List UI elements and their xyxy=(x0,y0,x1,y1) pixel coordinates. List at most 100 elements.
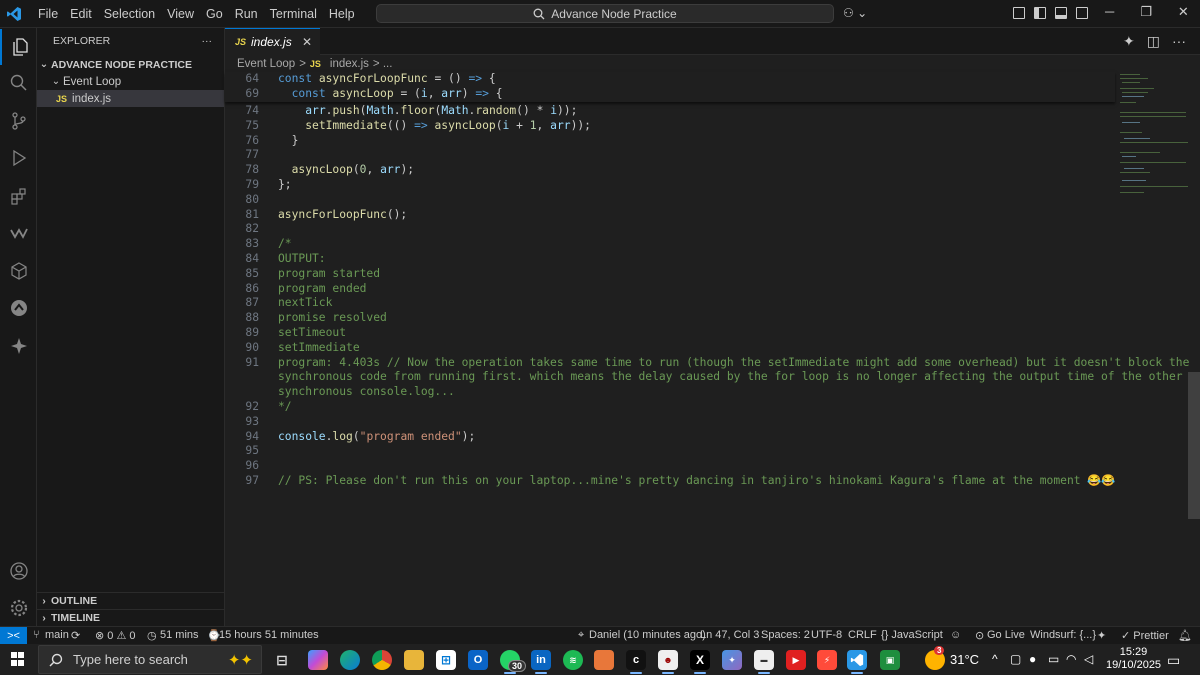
code-line[interactable]: // PS: Please don't run this on your lap… xyxy=(278,474,1116,487)
youtube-icon[interactable]: ▶ xyxy=(786,650,806,670)
close-tab-icon[interactable]: ✕ xyxy=(302,35,312,49)
code-line[interactable]: synchronous code from running first. whi… xyxy=(278,370,1183,383)
code-line[interactable]: }; xyxy=(278,178,292,191)
copilot-sparkle-icon[interactable]: ✦ xyxy=(1123,33,1135,50)
whatsapp-icon[interactable]: 30 xyxy=(500,650,527,674)
code-line[interactable]: arr.push(Math.floor(Math.random() * i)); xyxy=(278,104,577,117)
status-indent[interactable]: Spaces: 2 xyxy=(761,629,810,641)
settings-gear-icon[interactable] xyxy=(0,590,37,626)
menu-run[interactable]: Run xyxy=(229,0,264,28)
wifi-icon[interactable]: ◠ xyxy=(1066,652,1076,666)
toggle-secondary-sidebar-icon[interactable] xyxy=(1076,7,1088,19)
postman-icon[interactable]: ⚡︎ xyxy=(817,650,837,670)
status-prettier[interactable]: ✓ Prettier xyxy=(1121,629,1169,642)
app-avatar-icon[interactable]: ☻ xyxy=(658,650,678,674)
meet-icon[interactable]: ▣ xyxy=(880,650,900,670)
status-timer[interactable]: 51 mins xyxy=(160,629,199,641)
tray-app-icon[interactable]: ● xyxy=(1029,652,1036,666)
code-line[interactable]: nextTick xyxy=(278,296,332,309)
explorer-icon[interactable] xyxy=(0,29,37,65)
code-line[interactable]: program: 4.403s // Now the operation tak… xyxy=(278,356,1189,369)
status-language[interactable]: {} JavaScript xyxy=(881,629,943,641)
copilot-icon[interactable]: ⚇ ⌄ xyxy=(843,6,867,20)
vertical-scrollbar[interactable] xyxy=(1188,372,1200,519)
show-hidden-icons-icon[interactable]: ^ xyxy=(992,652,998,666)
remote-indicator-icon[interactable]: >< xyxy=(0,627,27,645)
outline-section[interactable]: › OUTLINE xyxy=(37,592,225,609)
breadcrumb-file[interactable]: index.js xyxy=(330,58,369,70)
tray-device-icon[interactable]: ▢ xyxy=(1010,652,1021,666)
menu-help[interactable]: Help xyxy=(323,0,361,28)
toggle-panel-icon[interactable] xyxy=(1055,7,1067,19)
code-line[interactable]: setImmediate(() => asyncLoop(i + 1, arr)… xyxy=(278,119,591,132)
extensions-icon[interactable] xyxy=(0,178,37,214)
split-editor-icon[interactable]: ◫ xyxy=(1147,33,1160,50)
toggle-sidebar-icon[interactable] xyxy=(1034,7,1046,19)
timeline-section[interactable]: › TIMELINE xyxy=(37,609,225,626)
command-center-search[interactable]: Advance Node Practice xyxy=(376,4,834,23)
taskbar-search[interactable]: Type here to search ✦✦ xyxy=(38,645,262,674)
status-windsurf[interactable]: Windsurf: {...} xyxy=(1030,629,1096,641)
menu-selection[interactable]: Selection xyxy=(98,0,161,28)
windows-start-icon[interactable] xyxy=(11,652,25,666)
breadcrumb-folder[interactable]: Event Loop xyxy=(237,58,295,70)
status-problems[interactable]: ⊗ 0 ⚠ 0 xyxy=(95,629,135,642)
code-line[interactable]: program ended xyxy=(278,282,366,295)
accounts-icon[interactable] xyxy=(0,553,37,589)
status-blame[interactable]: Daniel (10 minutes ago) xyxy=(589,629,706,641)
chrome-icon[interactable] xyxy=(372,650,392,670)
clock[interactable]: 15:29 19/10/2025 xyxy=(1106,646,1161,672)
tab-index-js[interactable]: JS index.js ✕ xyxy=(225,28,320,55)
code-editor[interactable]: 64 const asyncForLoopFunc = () => {69 con… xyxy=(225,72,1189,626)
code-line[interactable]: asyncLoop(0, arr); xyxy=(278,163,414,176)
weather-icon[interactable]: 3 xyxy=(925,646,945,670)
code-line[interactable]: const asyncForLoopFunc = () => { xyxy=(278,72,496,85)
file-index-js[interactable]: JS index.js xyxy=(37,90,224,107)
breadcrumb-symbol[interactable]: > ... xyxy=(373,58,393,70)
temperature[interactable]: 31°C xyxy=(950,652,979,667)
project-folder[interactable]: ⌄ ADVANCE NODE PRACTICE xyxy=(37,56,224,73)
menu-go[interactable]: Go xyxy=(200,0,229,28)
app-c-icon[interactable]: c xyxy=(626,650,646,674)
status-branch[interactable]: main xyxy=(45,629,69,641)
minimap[interactable] xyxy=(1118,72,1190,202)
menu-file[interactable]: File xyxy=(32,0,64,28)
more-actions-icon[interactable]: ··· xyxy=(1172,33,1186,50)
code-line[interactable]: synchronous console.log... xyxy=(278,385,455,398)
outlook-icon[interactable]: O xyxy=(468,650,488,670)
task-view-icon[interactable]: ⊟ xyxy=(272,650,292,670)
sparkle-status-icon[interactable]: ✦ xyxy=(1097,629,1106,642)
gemini-icon[interactable]: ✦ xyxy=(722,650,742,670)
search-sidebar-icon[interactable] xyxy=(0,65,37,101)
explorer-more-icon[interactable]: ··· xyxy=(202,35,213,47)
close-window-icon[interactable]: ✕ xyxy=(1178,4,1189,20)
status-encoding[interactable]: UTF-8 xyxy=(811,629,842,641)
containers-icon[interactable] xyxy=(0,253,37,289)
sparkle-icon[interactable] xyxy=(0,328,37,364)
windsurf-icon[interactable] xyxy=(0,215,37,251)
code-line[interactable]: OUTPUT: xyxy=(278,252,326,265)
copilot-status-icon[interactable]: ☺ xyxy=(950,629,961,641)
code-line[interactable]: } xyxy=(278,134,299,147)
gitlens-icon[interactable] xyxy=(0,290,37,326)
status-cursor[interactable]: Ln 47, Col 3 xyxy=(700,629,759,641)
sync-icon[interactable]: ⟳ xyxy=(71,629,80,642)
status-eol[interactable]: CRLF xyxy=(848,629,877,641)
x-icon[interactable]: X xyxy=(690,650,710,674)
folder-event-loop[interactable]: ⌄ Event Loop xyxy=(37,73,224,90)
minimize-icon[interactable]: ─ xyxy=(1105,4,1114,20)
code-line[interactable]: setTimeout xyxy=(278,326,346,339)
code-line[interactable]: /* xyxy=(278,237,292,250)
battery-icon[interactable]: ▭ xyxy=(1048,652,1059,666)
customize-layout-icon[interactable] xyxy=(1013,7,1025,19)
app-doc-icon[interactable]: ▬ xyxy=(754,650,774,674)
sublime-icon[interactable] xyxy=(594,650,614,670)
code-line[interactable]: promise resolved xyxy=(278,311,387,324)
menu-view[interactable]: View xyxy=(161,0,200,28)
vscode-taskbar-icon[interactable] xyxy=(847,650,867,674)
spotify-icon[interactable]: ≋ xyxy=(563,650,583,670)
code-line[interactable]: */ xyxy=(278,400,292,413)
code-line[interactable]: program started xyxy=(278,267,380,280)
notifications-bell-icon[interactable]: 🔔︎ xyxy=(1178,629,1192,642)
edge-icon[interactable] xyxy=(340,650,360,670)
